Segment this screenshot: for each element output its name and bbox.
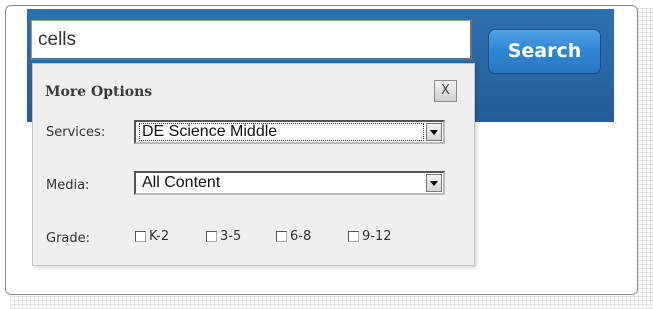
grade-option-6-8[interactable]: 6-8 (276, 229, 311, 244)
media-select[interactable]: All Content (134, 171, 445, 195)
grade-checkbox-3-5[interactable] (206, 231, 217, 242)
media-label: Media: (46, 178, 90, 193)
grade-checkbox-6-8[interactable] (276, 231, 287, 242)
grade-option-3-5[interactable]: 3-5 (206, 229, 241, 244)
grade-checkbox-k2[interactable] (135, 231, 146, 242)
grade-option-label: K-2 (149, 229, 170, 244)
services-selected-value: DE Science Middle (142, 123, 278, 140)
panel-title: More Options (45, 84, 153, 100)
close-button[interactable]: X (434, 80, 457, 102)
services-label: Services: (46, 125, 106, 140)
search-button[interactable]: Search (488, 29, 601, 74)
services-select[interactable]: DE Science Middle (134, 120, 445, 144)
chevron-down-icon[interactable] (426, 174, 442, 192)
media-selected-value: All Content (142, 174, 221, 191)
grade-option-label: 9-12 (362, 229, 392, 244)
search-input[interactable] (31, 20, 472, 60)
grade-label: Grade: (46, 231, 91, 246)
grade-option-label: 6-8 (290, 229, 312, 244)
grade-option-label: 3-5 (220, 229, 242, 244)
grade-checkbox-9-12[interactable] (348, 231, 359, 242)
chevron-down-icon[interactable] (426, 123, 442, 141)
grade-option-9-12[interactable]: 9-12 (348, 229, 392, 244)
more-options-panel: More Options X Services: DE Science Midd… (32, 63, 475, 266)
grade-option-k2[interactable]: K-2 (135, 229, 169, 244)
